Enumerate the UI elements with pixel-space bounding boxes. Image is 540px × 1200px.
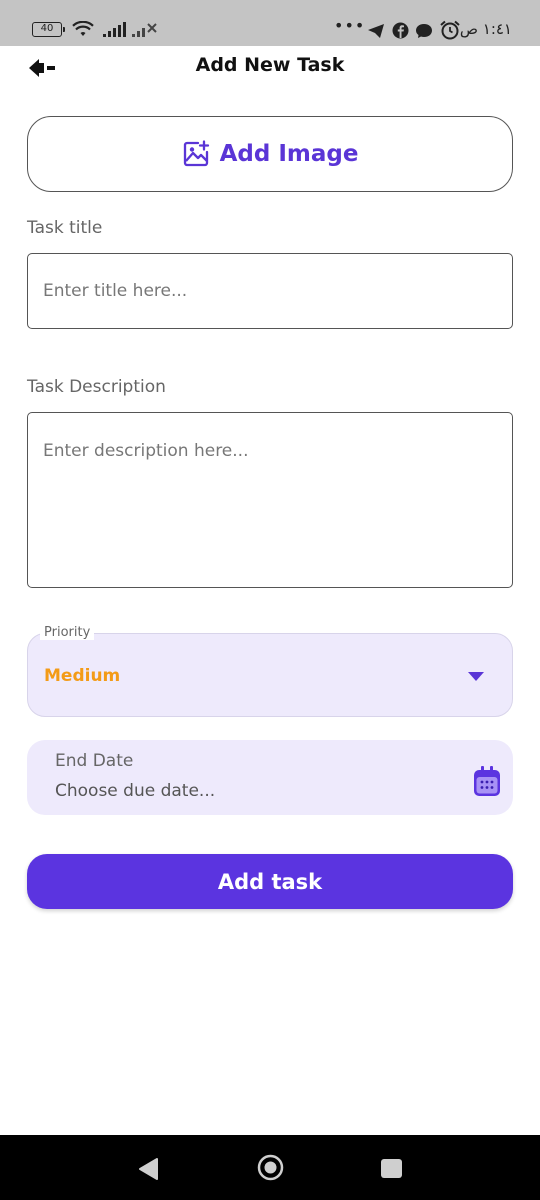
task-title-field [27,253,513,329]
task-description-label: Task Description [27,377,166,397]
battery-level: 40 [40,23,54,34]
nav-home-icon[interactable] [257,1154,284,1181]
add-image-icon [183,140,209,167]
system-navigation-bar [0,1135,540,1200]
task-description-field [27,412,513,588]
page-title: Add New Task [195,54,345,76]
add-image-button[interactable]: Add Image [27,116,513,192]
end-date-field[interactable]: End Date Choose due date... [27,740,513,815]
alarm-icon [440,20,460,40]
wifi-icon [72,21,94,36]
signal-no-service-icon [132,23,157,37]
telegram-icon [368,24,384,38]
nav-back-icon[interactable] [137,1157,159,1181]
task-title-label: Task title [27,218,103,238]
messenger-icon [416,24,432,38]
priority-label: Priority [40,625,95,640]
battery-icon: 40 [32,22,65,37]
end-date-placeholder: Choose due date... [55,781,216,801]
facebook-icon [392,22,409,39]
nav-recents-icon[interactable] [381,1159,402,1178]
add-image-label: Add Image [219,141,359,167]
end-date-label: End Date [55,751,134,771]
task-title-input[interactable] [28,254,512,328]
task-description-input[interactable] [28,413,512,587]
signal-icon [103,22,126,37]
clock: ١:٤١ ص [459,20,512,38]
priority-dropdown[interactable]: Priority Medium [27,625,513,717]
calendar-icon[interactable] [473,765,501,797]
add-task-button[interactable]: Add task [27,854,513,909]
status-bar: 40 ••• ١:٤١ ص [0,0,540,46]
priority-selected-value: Medium [44,666,121,686]
add-task-label: Add task [217,869,323,894]
dropdown-caret-icon [468,672,484,681]
more-notifications-indicator: ••• [334,16,366,35]
